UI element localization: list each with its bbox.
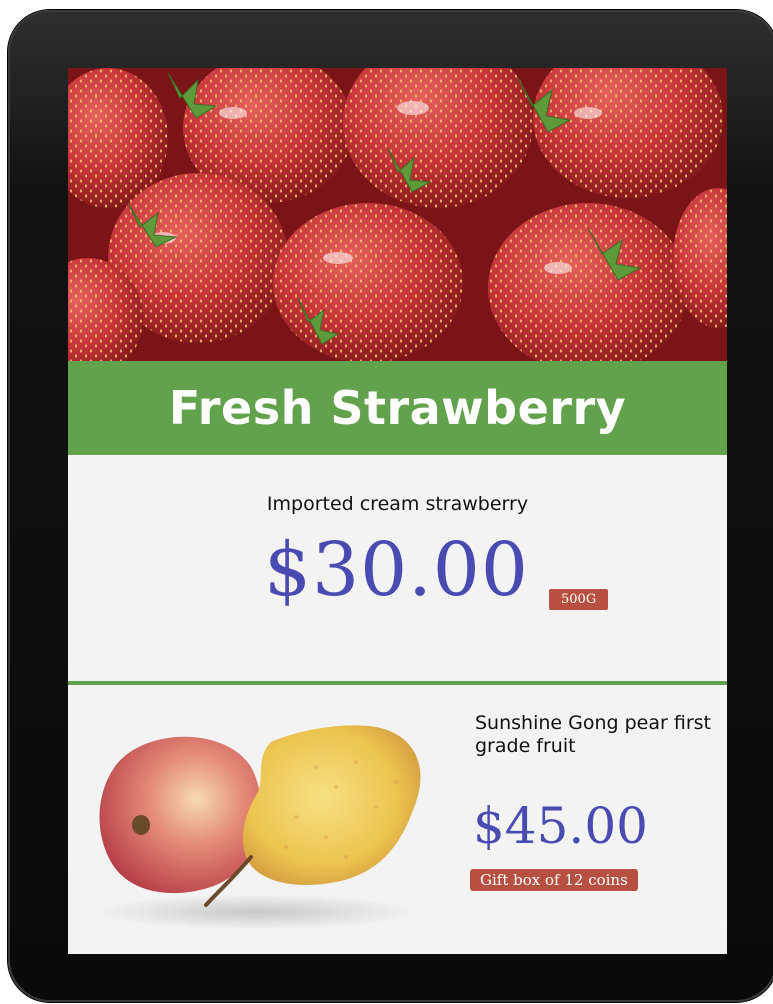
signage-screen: Fresh Strawberry Imported cream strawber… <box>68 68 727 954</box>
strawberry-price: $30.00 <box>264 527 529 613</box>
pear-price: $45.00 <box>473 797 648 855</box>
pear-description: Sunshine Gong pear first grade fruit <box>475 712 711 757</box>
apple-and-pear-image <box>96 725 421 930</box>
strawberry-offer: Imported cream strawberry $30.00 500G <box>68 455 727 681</box>
strawberry-description: Imported cream strawberry <box>266 493 529 515</box>
strawberry-hero-image <box>68 68 727 361</box>
title-banner: Fresh Strawberry <box>68 361 727 455</box>
pear-offer: Sunshine Gong pear first grade fruit $45… <box>68 685 727 954</box>
product-title: Fresh Strawberry <box>168 381 627 435</box>
strawberry-weight-badge: 500G <box>549 589 609 610</box>
pear-package-badge: Gift box of 12 coins <box>470 869 638 891</box>
